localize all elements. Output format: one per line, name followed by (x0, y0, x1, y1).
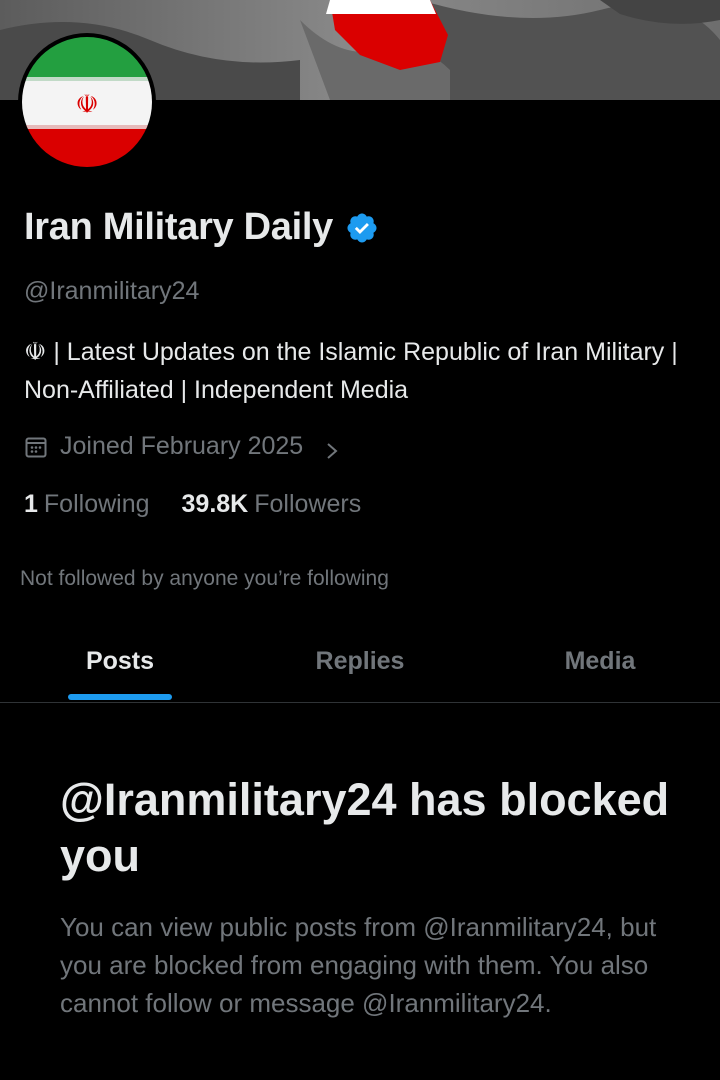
not-followed-notice: Not followed by anyone you’re following (20, 567, 389, 590)
calendar-icon (24, 435, 48, 459)
followers-count: 39.8K (181, 490, 249, 518)
blocked-description: You can view public posts from @Iranmili… (60, 912, 657, 1018)
iran-flag-avatar-image: ☫ (22, 37, 152, 167)
followers-link[interactable]: 39.8K Followers (182, 490, 362, 519)
profile-tabs: Posts Replies Media (0, 620, 720, 703)
active-tab-indicator (68, 694, 172, 700)
profile-bio: ☫ | Latest Updates on the Islamic Republ… (24, 338, 678, 404)
tab-replies[interactable]: Replies (240, 620, 480, 702)
followers-label: Followers (254, 490, 362, 518)
profile-display-name: Iran Military Daily (24, 206, 333, 248)
blocked-title: @Iranmilitary24 has blocked you (60, 774, 670, 881)
following-count: 1 (24, 490, 38, 518)
following-label: Following (43, 490, 150, 518)
tab-posts[interactable]: Posts (0, 620, 240, 702)
follow-stats: 1 Following 39.8K Followers (24, 490, 361, 519)
tab-media[interactable]: Media (480, 620, 720, 702)
svg-text:☫: ☫ (75, 90, 98, 120)
profile-name-row: Iran Military Daily (24, 206, 379, 249)
profile-handle: @Iranmilitary24 (24, 277, 200, 305)
joined-date-row[interactable]: Joined February 2025 (24, 432, 341, 461)
following-link[interactable]: 1 Following (24, 490, 150, 519)
chevron-right-icon (323, 438, 341, 459)
profile-avatar[interactable]: ☫ (18, 33, 156, 171)
joined-date-text: Joined February 2025 (60, 432, 304, 460)
verified-badge-icon[interactable] (345, 211, 379, 245)
